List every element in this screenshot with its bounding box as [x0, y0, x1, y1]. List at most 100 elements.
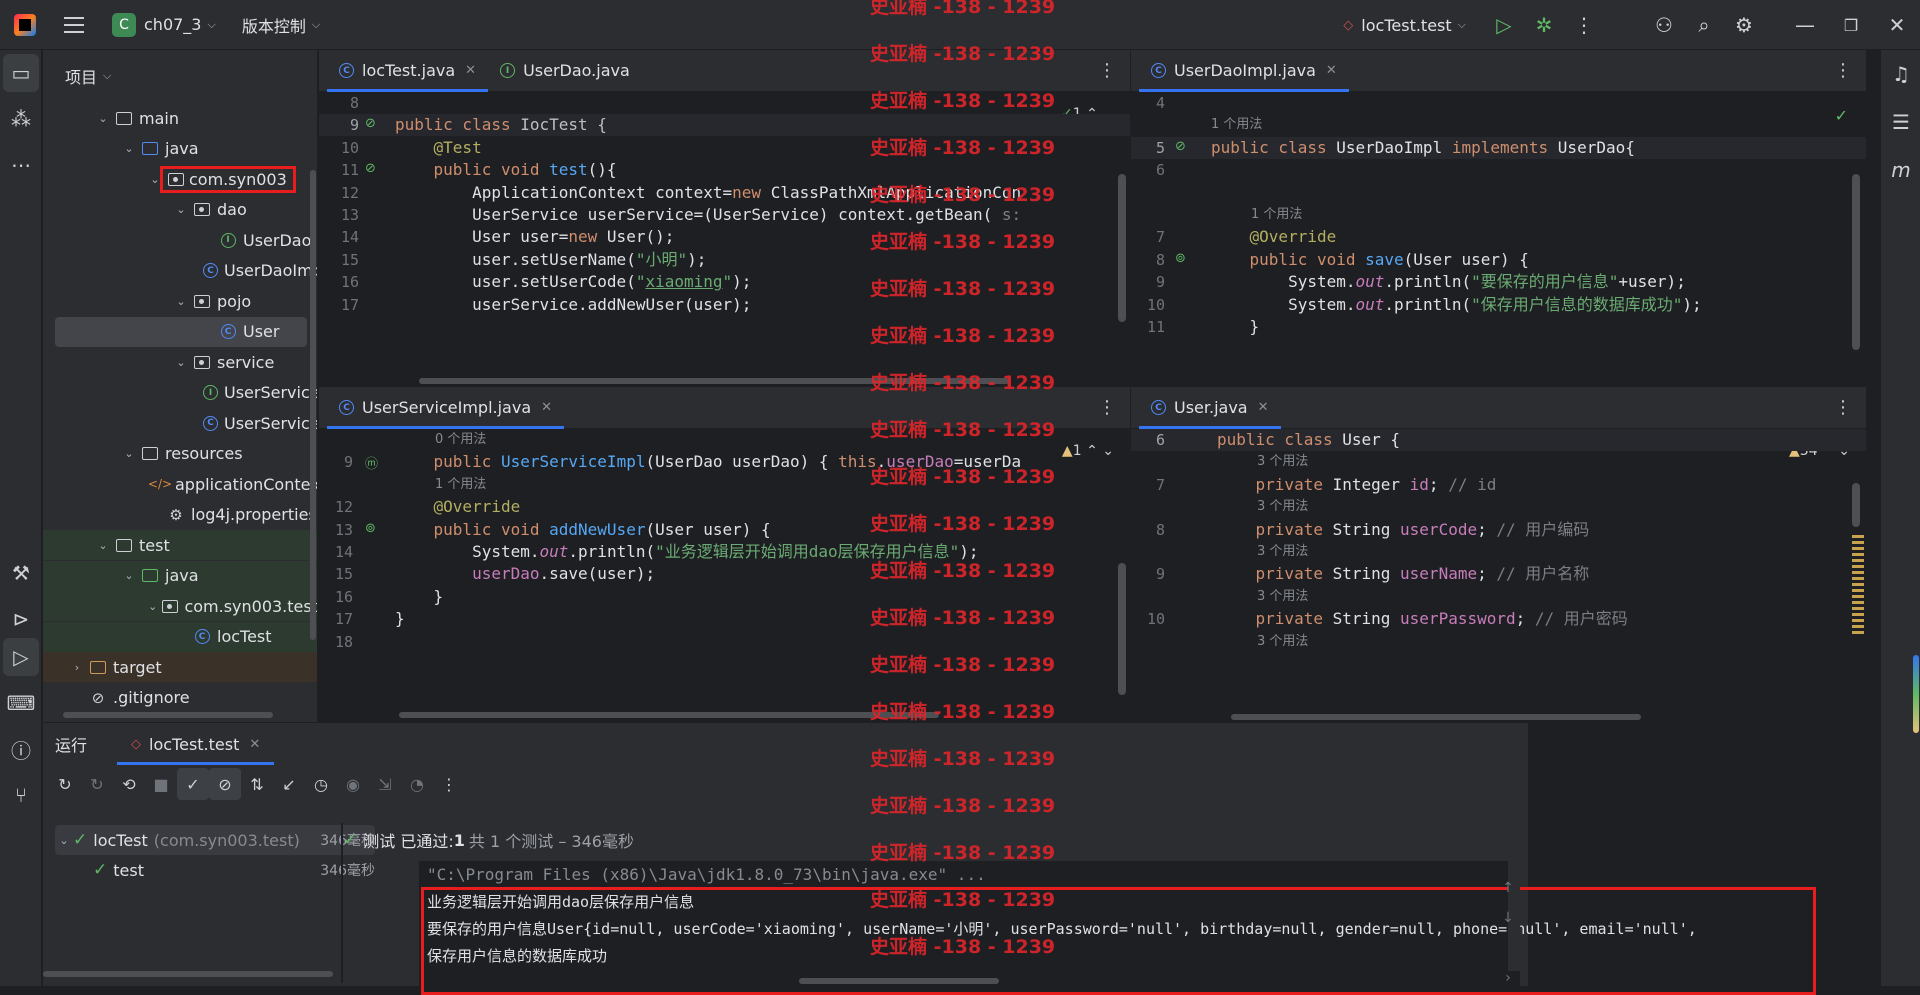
close-tab-icon[interactable]: ✕: [249, 737, 260, 752]
vertical-scrollbar[interactable]: [1118, 174, 1126, 322]
chevron-down-icon[interactable]: ⌄: [173, 203, 189, 216]
editor-tab[interactable]: C UserServiceImpl.java ✕: [327, 387, 565, 429]
console-output[interactable]: "C:\Program Files (x86)\Java\jdk1.8.0_73…: [419, 861, 1816, 995]
test-suite-row[interactable]: ⌄ ✓ locTest (com.syn003.test) 346毫秒: [55, 825, 375, 855]
horizontal-scrollbar[interactable]: [1231, 714, 1641, 720]
editor-tab[interactable]: C User.java ✕: [1139, 387, 1281, 429]
usage-hint[interactable]: 1 个用法: [1211, 114, 1262, 136]
database-icon[interactable]: ☰: [1881, 98, 1920, 146]
chevron-right-icon[interactable]: ›: [69, 661, 85, 674]
tree-item[interactable]: ⌄ resources: [43, 439, 317, 469]
chevron-down-icon[interactable]: ⌄: [147, 173, 163, 186]
tree-item[interactable]: ⊘ .gitignore: [43, 683, 317, 713]
tree-item[interactable]: ⌄ main: [43, 103, 317, 133]
tree-item[interactable]: C User: [55, 316, 307, 347]
usage-hint[interactable]: 3 个用法: [1257, 451, 1308, 473]
vertical-scrollbar[interactable]: [1852, 483, 1860, 527]
editor-tab[interactable]: C UserDaoImpl.java ✕: [1139, 50, 1349, 92]
run-config-selector[interactable]: ◇ locTest.test ⌵: [1335, 7, 1474, 43]
close-tab-icon[interactable]: ✕: [1326, 63, 1337, 78]
horizontal-scrollbar[interactable]: [399, 712, 939, 718]
constructor-gutter-icon[interactable]: ⓜ: [365, 453, 378, 472]
run-tool-icon[interactable]: ▷: [3, 638, 39, 676]
close-tab-icon[interactable]: ✕: [541, 400, 552, 415]
tree-item[interactable]: ⌄ com.syn003.test: [43, 591, 317, 621]
chevron-down-icon[interactable]: ⌄: [95, 539, 111, 552]
more-tools-icon[interactable]: ⋯: [0, 142, 42, 188]
tree-item[interactable]: ⌄ java: [43, 560, 317, 591]
tree-item[interactable]: I UserService: [43, 378, 317, 408]
tree-item[interactable]: ⌄ service: [43, 347, 317, 377]
close-tab-icon[interactable]: ✕: [1258, 400, 1269, 415]
main-menu-icon[interactable]: [64, 16, 84, 33]
project-h-scrollbar[interactable]: [63, 712, 273, 718]
vcs-menu[interactable]: 版本控制 ⌵: [234, 7, 328, 43]
usage-hint[interactable]: 3 个用法: [1257, 541, 1308, 563]
chevron-down-icon[interactable]: ⌄: [147, 600, 158, 613]
code-area[interactable]: 6 public class User {3 个用法 7 private Integ…: [1131, 429, 1866, 722]
tree-item[interactable]: ⌄ pojo: [43, 286, 317, 316]
stop-icon[interactable]: ■: [145, 768, 177, 800]
show-ignored-icon[interactable]: ⊘: [209, 768, 241, 800]
code-area[interactable]: 4 1 个用法 5 public class UserDaoImpl implemen…: [1131, 92, 1866, 386]
more-actions-icon[interactable]: ⋮: [433, 768, 465, 800]
tree-item[interactable]: › target: [43, 652, 317, 682]
close-window-icon[interactable]: ✕: [1874, 5, 1920, 45]
rerun-failed-icon[interactable]: ↻: [81, 768, 113, 800]
structure-tool-icon[interactable]: ⁂: [0, 96, 42, 142]
tree-item[interactable]: ClocTest: [43, 621, 317, 652]
usage-hint[interactable]: 1 个用法: [435, 474, 486, 496]
export-icon[interactable]: ⇲: [369, 768, 401, 800]
screenshot-icon[interactable]: ◉: [337, 768, 369, 800]
vertical-scrollbar[interactable]: [1852, 174, 1860, 350]
tree-item[interactable]: </>applicationContext.xml: [43, 469, 317, 499]
editor-tab[interactable]: I UserDao.java: [488, 50, 642, 92]
run-config-tab[interactable]: ◇ locTest.test ✕: [117, 723, 275, 765]
coverage-icon[interactable]: ◔: [401, 768, 433, 800]
sort-icon[interactable]: ⇅: [241, 768, 273, 800]
chevron-down-icon[interactable]: ⌄: [121, 569, 137, 582]
chevron-down-icon[interactable]: ⌄: [121, 447, 137, 460]
chevron-down-icon[interactable]: ⌄: [173, 356, 189, 369]
close-tab-icon[interactable]: ✕: [465, 63, 476, 78]
chevron-down-icon[interactable]: ⌄: [121, 142, 137, 155]
override-gutter-icon[interactable]: ⊚: [1175, 251, 1186, 266]
add-user-icon[interactable]: ⚇: [1644, 5, 1684, 45]
search-icon[interactable]: ⌕: [1684, 5, 1724, 45]
build-tool-icon[interactable]: ⚒: [0, 550, 42, 596]
terminal-tool-icon[interactable]: ⌨: [0, 680, 42, 726]
implements-gutter-icon[interactable]: ⊘: [1175, 139, 1186, 154]
editor-tab[interactable]: ClocTest.java ✕: [327, 50, 489, 92]
git-tool-icon[interactable]: ⑂: [0, 772, 42, 818]
rerun-icon[interactable]: ↻: [49, 768, 81, 800]
tree-item[interactable]: ⚙ log4j.properties: [43, 500, 317, 530]
run-icon[interactable]: ▷: [1484, 5, 1524, 45]
tree-h-scrollbar[interactable]: [43, 971, 333, 977]
usage-hint[interactable]: 3 个用法: [1257, 631, 1308, 653]
chevron-down-icon[interactable]: ⌄: [95, 112, 111, 125]
tree-item[interactable]: ⌄ test: [43, 530, 317, 560]
problems-tool-icon[interactable]: ⓘ: [0, 726, 42, 772]
usage-hint[interactable]: 3 个用法: [1257, 496, 1308, 518]
settings-gear-icon[interactable]: ⚙: [1724, 5, 1764, 45]
run-test-gutter-icon[interactable]: ⊘: [365, 161, 376, 176]
debug-icon[interactable]: ✲: [1524, 5, 1564, 45]
more-options-icon[interactable]: ⋮: [1098, 60, 1116, 81]
notifications-icon[interactable]: ♫: [1881, 50, 1920, 98]
usage-hint[interactable]: 3 个用法: [1257, 586, 1308, 608]
restore-icon[interactable]: ❐: [1828, 5, 1874, 45]
tree-item[interactable]: I UserDao: [43, 225, 317, 255]
vertical-scrollbar[interactable]: [1118, 563, 1126, 695]
chevron-down-icon[interactable]: ⌄: [173, 295, 189, 308]
console-h-scrollbar[interactable]: [799, 978, 999, 984]
test-case-row[interactable]: ✓ test 346毫秒: [55, 855, 375, 885]
project-scrollbar[interactable]: [310, 170, 316, 640]
console-side-controls[interactable]: ↑ ↓ ›: [1498, 873, 1518, 993]
override-gutter-icon[interactable]: ⊚: [365, 521, 376, 536]
run-test-gutter-icon[interactable]: ⊘: [365, 116, 376, 131]
more-options-icon[interactable]: ⋮: [1098, 397, 1116, 418]
services-tool-icon[interactable]: ⊳: [0, 596, 42, 642]
more-options-icon[interactable]: ⋮: [1834, 397, 1852, 418]
usage-hint[interactable]: 0 个用法: [435, 429, 486, 451]
minimize-icon[interactable]: —: [1782, 5, 1828, 45]
